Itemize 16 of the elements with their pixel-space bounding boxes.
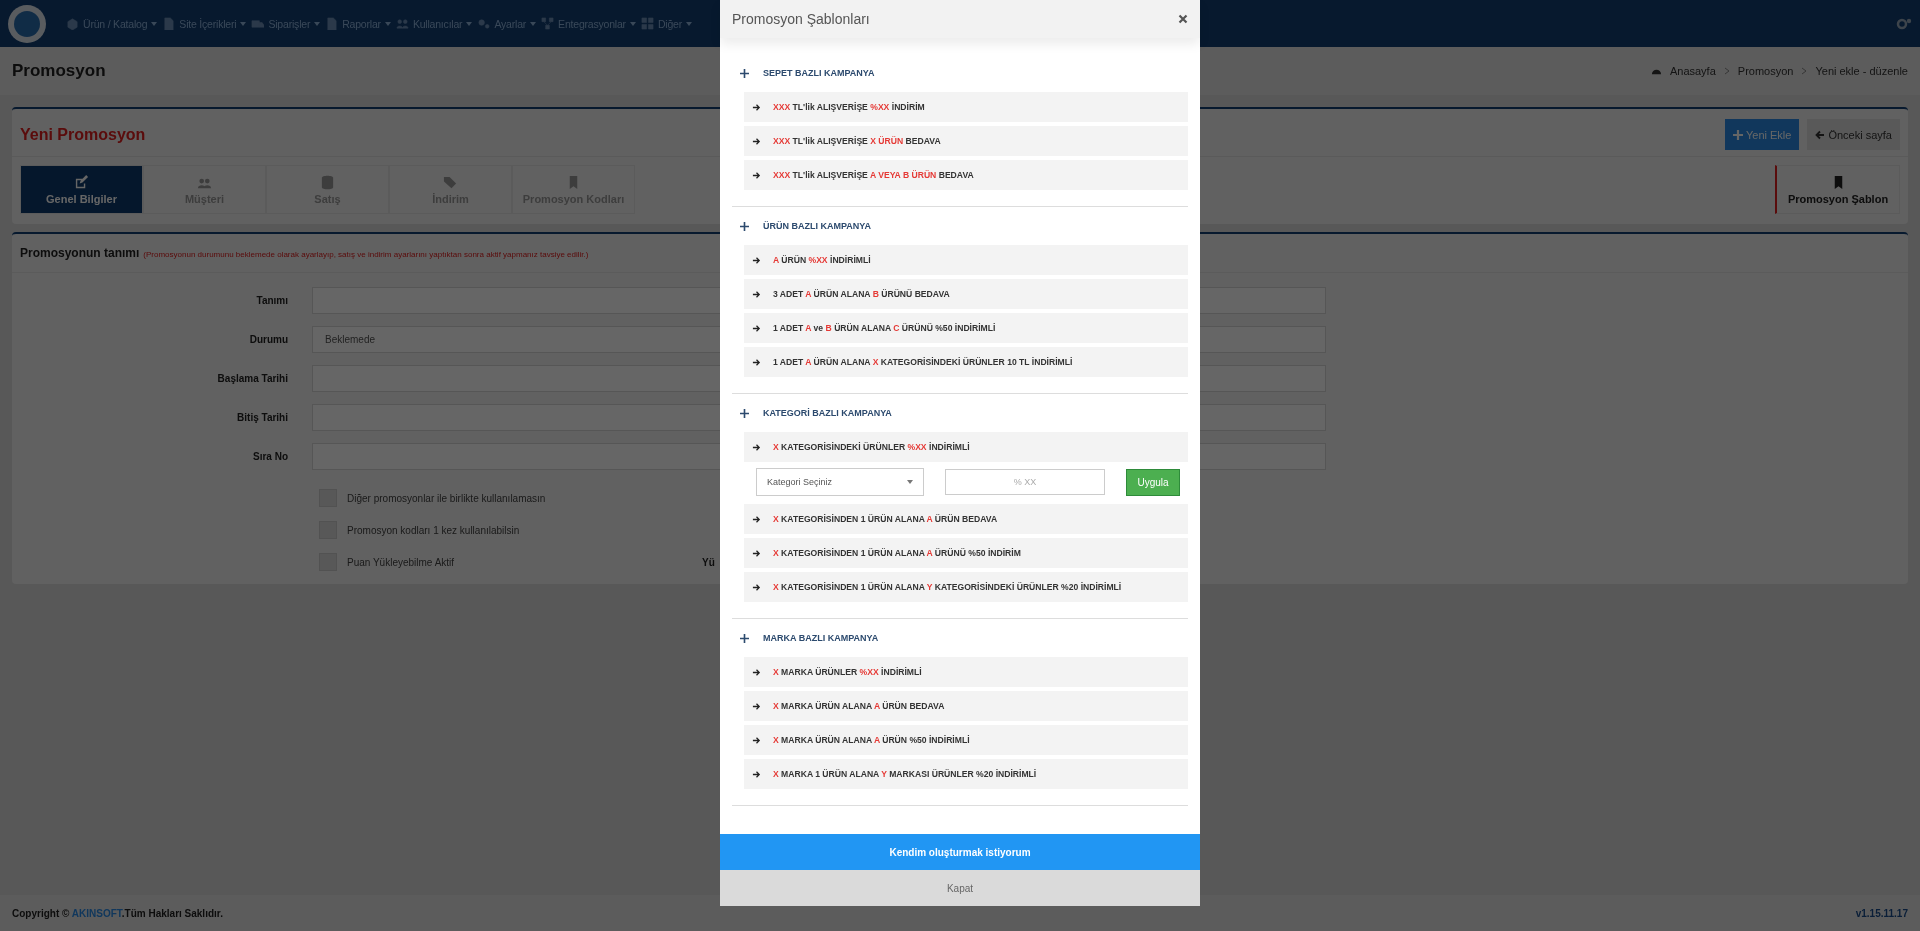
field-label: Bitiş Tarihi (236, 412, 289, 423)
field-label: Yü (702, 556, 715, 568)
form-title: Promosyonun tanımı (20, 246, 140, 260)
modal-title: Promosyon Şablonları (732, 11, 870, 27)
field-label: Durumu (248, 334, 289, 345)
checkbox-label: Promosyon kodları 1 kez kullanılabilsin (347, 524, 520, 536)
checkbox-label: Puan Yükleyebilme Aktif (347, 556, 455, 568)
field-label: Başlama Tarihi (216, 373, 289, 384)
checkbox-label: Diğer promosyonlar ile birlikte kullanılamasın (347, 492, 546, 504)
version-text: v1.15.11.17 (1855, 907, 1908, 919)
page-title: Promosyon (12, 61, 106, 81)
field-label: Tanımı (255, 295, 289, 306)
copyright-text: Copyright © AKINSOFT.Tüm Hakları Saklıdır. (12, 907, 223, 919)
card-title: Yeni Promosyon (20, 125, 146, 144)
form-hint: (Promosyonun durumunu beklemede olarak ayarlayıp, satış ve indirim ayarlarını yaptıktan sonra aktif yapmanız tavsiye edilir.) (143, 250, 589, 259)
field-label: Sıra No (252, 451, 289, 462)
